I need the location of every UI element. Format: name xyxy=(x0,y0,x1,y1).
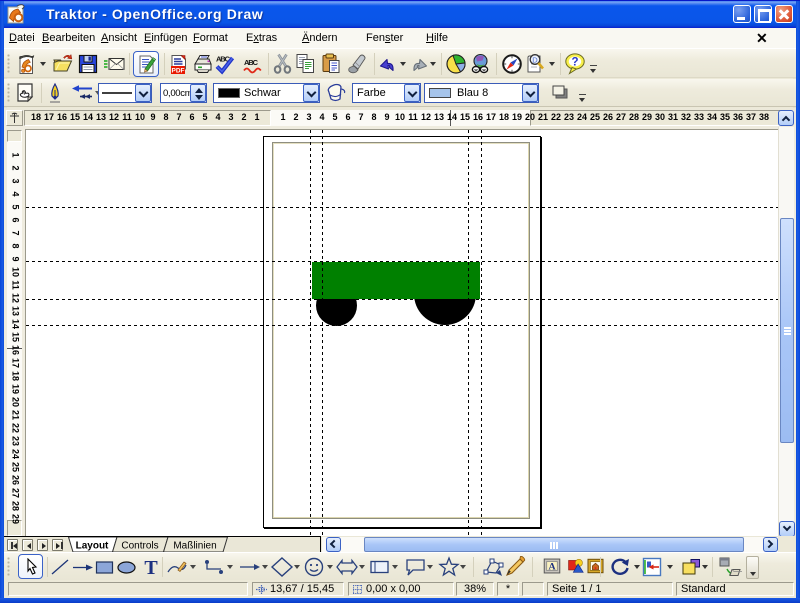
svg-text:ABC: ABC xyxy=(244,58,259,67)
svg-text:A: A xyxy=(548,562,555,573)
svg-text:Controls: Controls xyxy=(121,541,158,552)
svg-text:Layout: Layout xyxy=(76,541,109,552)
svg-text:?: ? xyxy=(571,57,578,69)
svg-text:Maßlinien: Maßlinien xyxy=(173,541,216,552)
svg-text:D: D xyxy=(532,56,538,65)
svg-text:PDF: PDF xyxy=(172,68,185,75)
svg-text:T: T xyxy=(144,557,158,578)
